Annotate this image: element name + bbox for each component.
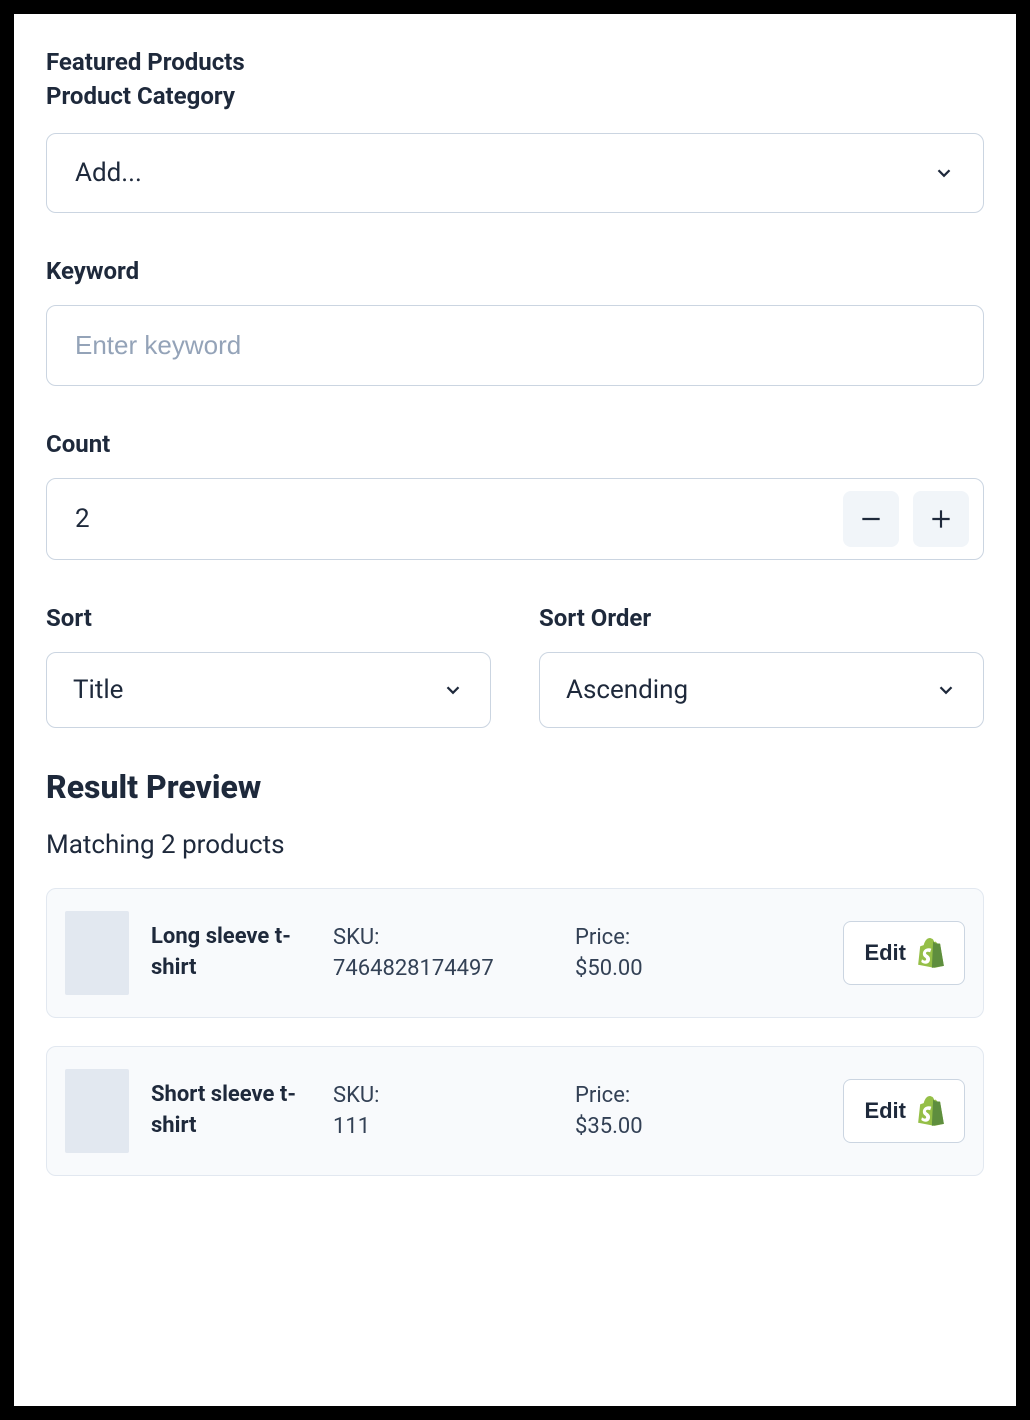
- chevron-down-icon: [935, 679, 957, 701]
- edit-button-label: Edit: [864, 1098, 906, 1124]
- product-price: Price: $50.00: [575, 925, 715, 981]
- product-thumbnail: [65, 1069, 129, 1153]
- sku-label: SKU:: [333, 925, 553, 950]
- count-value[interactable]: 2: [75, 504, 90, 534]
- count-increment-button[interactable]: [913, 491, 969, 547]
- sort-order-select[interactable]: Ascending: [539, 652, 984, 728]
- sort-label: Sort: [46, 604, 491, 632]
- count-input-wrapper: 2: [46, 478, 984, 560]
- product-card: Short sleeve t-shirt SKU: 111 Price: $35…: [46, 1046, 984, 1176]
- chevron-down-icon: [933, 162, 955, 184]
- edit-button[interactable]: Edit: [843, 1079, 965, 1143]
- product-category-value: Add...: [75, 158, 142, 188]
- count-decrement-button[interactable]: [843, 491, 899, 547]
- minus-icon: [858, 506, 884, 532]
- chevron-down-icon: [442, 679, 464, 701]
- edit-button[interactable]: Edit: [843, 921, 965, 985]
- product-thumbnail: [65, 911, 129, 995]
- product-price: Price: $35.00: [575, 1083, 715, 1139]
- result-preview-subheading: Matching 2 products: [46, 830, 984, 860]
- sku-value: 111: [333, 1114, 553, 1139]
- shopify-icon: [918, 938, 944, 968]
- product-category-select[interactable]: Add...: [46, 133, 984, 213]
- result-preview-heading: Result Preview: [46, 768, 984, 806]
- product-card: Long sleeve t-shirt SKU: 7464828174497 P…: [46, 888, 984, 1018]
- sort-select[interactable]: Title: [46, 652, 491, 728]
- price-value: $50.00: [575, 956, 715, 981]
- price-value: $35.00: [575, 1114, 715, 1139]
- title-product-category: Product Category: [46, 80, 984, 114]
- sku-value: 7464828174497: [333, 956, 553, 981]
- price-label: Price:: [575, 1083, 715, 1108]
- keyword-label: Keyword: [46, 257, 984, 285]
- product-sku: SKU: 7464828174497: [333, 925, 553, 981]
- title-featured-products: Featured Products: [46, 46, 984, 80]
- sort-order-value: Ascending: [566, 675, 688, 705]
- price-label: Price:: [575, 925, 715, 950]
- keyword-input-wrapper: [46, 305, 984, 386]
- count-stepper: [843, 491, 969, 547]
- sort-order-label: Sort Order: [539, 604, 984, 632]
- product-sku: SKU: 111: [333, 1083, 553, 1139]
- keyword-input[interactable]: [75, 330, 955, 361]
- count-label: Count: [46, 430, 984, 458]
- edit-button-label: Edit: [864, 940, 906, 966]
- shopify-icon: [918, 1096, 944, 1126]
- plus-icon: [928, 506, 954, 532]
- sort-value: Title: [73, 675, 123, 705]
- product-title: Long sleeve t-shirt: [151, 922, 311, 984]
- page-title: Featured Products Product Category: [46, 46, 984, 113]
- product-title: Short sleeve t-shirt: [151, 1080, 311, 1142]
- sku-label: SKU:: [333, 1083, 553, 1108]
